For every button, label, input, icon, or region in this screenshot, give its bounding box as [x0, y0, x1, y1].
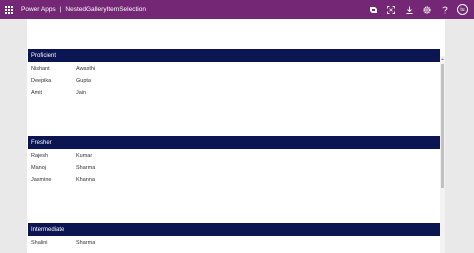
scroll-up-arrow-icon[interactable]	[440, 57, 445, 61]
product-name[interactable]: Power Apps	[21, 6, 56, 13]
gallery-row[interactable]: Rajesh Kumar	[28, 151, 440, 162]
first-name-label: Jasmine	[31, 177, 52, 183]
app-canvas: Proficient Nishant Awasthi Deepika Gupta Amit…	[27, 19, 445, 253]
app-title: NestedGalleryItemSelection	[65, 6, 146, 13]
gallery-row[interactable]: Manoj Sharma	[28, 163, 440, 174]
gallery-row[interactable]: Amit Jain	[28, 88, 440, 99]
app-header-bar: Power Apps | NestedGalleryItemSelection	[0, 0, 474, 19]
first-name-label: Amit	[31, 90, 42, 96]
first-name-label: Manoj	[31, 165, 46, 171]
first-name-label: Shalini	[31, 240, 48, 246]
outer-gallery[interactable]: Proficient Nishant Awasthi Deepika Gupta Amit…	[27, 19, 445, 253]
settings-icon[interactable]	[418, 0, 436, 19]
group-header[interactable]: Fresher	[28, 136, 440, 149]
title-separator: |	[59, 6, 62, 13]
group-header[interactable]: Proficient	[28, 49, 440, 62]
waffle-icon[interactable]	[0, 0, 18, 19]
copilot-icon[interactable]	[364, 0, 382, 19]
last-name-label: Awasthi	[76, 66, 96, 72]
gallery-row[interactable]: Nishant Awasthi	[28, 64, 440, 75]
user-avatar[interactable]: tu	[457, 4, 468, 15]
group-header[interactable]: Intermediate	[28, 223, 440, 236]
fit-to-screen-icon[interactable]	[382, 0, 400, 19]
header-actions: tu	[364, 0, 474, 19]
first-name-label: Deepika	[31, 78, 52, 84]
gallery-row[interactable]: Shalini Sharma	[28, 238, 440, 249]
scrollbar-thumb[interactable]	[441, 64, 444, 188]
first-name-label: Rajesh	[31, 153, 49, 159]
last-name-label: Khanna	[76, 177, 95, 183]
download-icon[interactable]	[400, 0, 418, 19]
last-name-label: Jain	[76, 90, 87, 96]
gallery-scrollbar[interactable]	[440, 56, 445, 253]
gallery-row[interactable]: Jasmine Khanna	[28, 175, 440, 186]
last-name-label: Kumar	[76, 153, 93, 159]
first-name-label: Nishant	[31, 66, 50, 72]
help-icon[interactable]	[436, 0, 454, 19]
last-name-label: Gupta	[76, 78, 91, 84]
gallery-row[interactable]: Deepika Gupta	[28, 76, 440, 87]
last-name-label: Sharma	[76, 165, 96, 171]
last-name-label: Sharma	[76, 240, 96, 246]
